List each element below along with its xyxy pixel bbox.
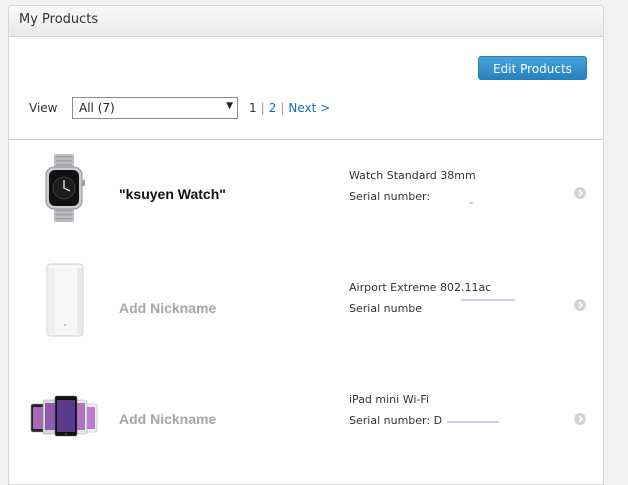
airport-extreme-icon — [27, 262, 103, 338]
next-page-link[interactable]: Next > — [288, 101, 330, 115]
apple-watch-icon — [27, 150, 103, 226]
product-model: iPad mini Wi-Fi — [349, 393, 429, 406]
view-label: View — [29, 101, 58, 115]
page-2-link[interactable]: 2 — [269, 101, 277, 115]
chevron-right-icon[interactable] — [574, 299, 586, 311]
ipad-mini-icon — [27, 374, 103, 450]
view-filter-value: All (7) — [79, 101, 115, 115]
product-model: Watch Standard 38mm — [349, 169, 476, 182]
page-1-current: 1 — [249, 101, 257, 115]
product-nickname: "ksuyen Watch" — [119, 186, 226, 202]
view-filter-select[interactable]: All (7) ▼ — [72, 97, 238, 119]
chevron-right-icon[interactable] — [574, 413, 586, 425]
add-nickname-link[interactable]: Add Nickname — [119, 411, 216, 427]
serial-number-label: Serial numbe — [349, 302, 423, 315]
pagination: 1 | 2 | Next > — [249, 101, 331, 115]
product-row-airport[interactable]: Add Nickname Airport Extreme 802.11ac Se… — [9, 252, 603, 352]
product-model: Airport Extreme 802.11ac — [349, 281, 492, 294]
product-row-ipad[interactable]: Add Nickname iPad mini Wi-Fi Serial numb… — [9, 364, 603, 464]
my-products-panel: My Products Edit Products View All (7) ▼… — [8, 5, 604, 485]
edit-products-button[interactable]: Edit Products — [478, 56, 587, 80]
serial-number-label: Serial number: D — [349, 414, 443, 427]
panel-header: My Products — [9, 6, 603, 37]
redacted-serial — [461, 299, 515, 301]
serial-number-label: Serial number: — [349, 190, 431, 203]
panel-title: My Products — [19, 12, 99, 27]
product-row-watch[interactable]: "ksuyen Watch" Watch Standard 38mm Seria… — [9, 140, 603, 240]
add-nickname-link[interactable]: Add Nickname — [119, 300, 216, 316]
dropdown-arrow-icon: ▼ — [226, 101, 233, 111]
redacted-serial — [447, 421, 499, 423]
chevron-right-icon[interactable] — [574, 187, 586, 199]
redacted-serial — [469, 202, 473, 204]
